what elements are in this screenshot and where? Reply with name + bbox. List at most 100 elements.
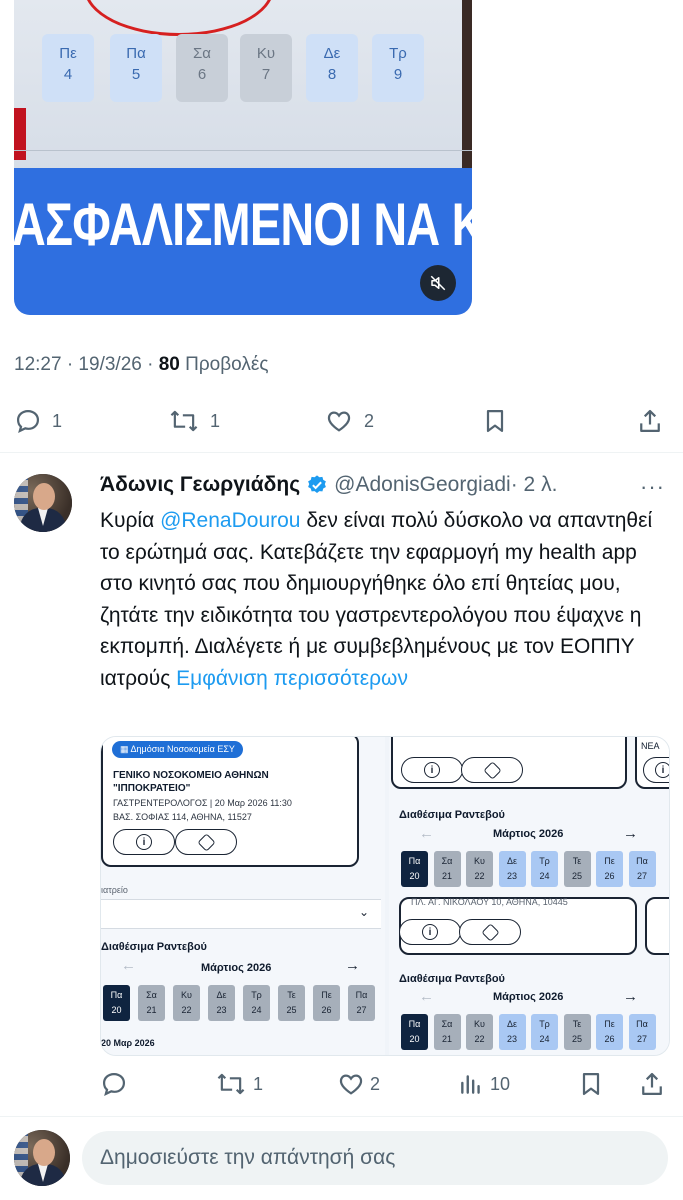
next-month-icon[interactable]: → <box>623 988 638 1005</box>
bookmark-button[interactable] <box>577 1064 605 1104</box>
video-day-tile: Τρ 9 <box>372 34 424 102</box>
date-tile[interactable]: Σα 21 <box>138 985 165 1021</box>
like-button[interactable]: 2 <box>324 401 374 441</box>
date-tile[interactable]: Πα 27 <box>628 851 656 887</box>
info-icon: i <box>424 762 440 778</box>
day-name: Σα <box>441 856 453 866</box>
repost-button[interactable]: 1 <box>168 401 220 441</box>
author-name[interactable]: Άδωνις Γεωργιάδης <box>100 473 300 497</box>
day-number: 24 <box>251 1005 262 1015</box>
date-tile[interactable]: Τε 25 <box>563 851 591 887</box>
date-tile[interactable]: Πα 20 <box>401 1014 428 1050</box>
day-number: 27 <box>636 871 647 881</box>
directions-button[interactable] <box>461 757 523 783</box>
date-tile[interactable]: Τε 25 <box>278 985 305 1021</box>
info-button[interactable]: i <box>643 757 669 783</box>
video-divider <box>14 150 472 151</box>
day-name: Πα <box>636 1019 648 1029</box>
day-name: Τε <box>572 1019 582 1029</box>
show-more-link[interactable]: Εμφάνιση περισσότερων <box>176 667 408 690</box>
date-tile[interactable]: Κυ 22 <box>466 1014 493 1050</box>
directions-button[interactable] <box>175 829 237 855</box>
date-tile[interactable]: Τρ 24 <box>531 1014 558 1050</box>
date-tile[interactable]: Δε 23 <box>208 985 235 1021</box>
prev-month-icon[interactable]: ← <box>121 957 136 974</box>
reply-text-part: Κυρία <box>100 509 161 532</box>
views-button[interactable]: 10 <box>458 1064 510 1104</box>
date-tile[interactable]: Σα 21 <box>433 851 461 887</box>
like-button[interactable]: 2 <box>336 1064 380 1104</box>
share-button[interactable] <box>638 1064 666 1104</box>
date-tile[interactable]: Κυ 22 <box>466 851 493 887</box>
like-count: 2 <box>370 1073 381 1094</box>
month-label: Μάρτιος 2026 <box>201 962 272 974</box>
directions-button[interactable] <box>459 919 521 945</box>
day-name: Πα <box>408 1019 421 1029</box>
prev-month-icon[interactable]: ← <box>419 988 434 1005</box>
date-tile[interactable]: Πε 26 <box>596 851 623 887</box>
app-screenshot-right[interactable]: i ΝΕΑ i Διαθέσιμα Ραντεβού ← Μάρτιος 202… <box>389 737 669 1055</box>
date-tile[interactable]: Τε 25 <box>563 1014 591 1050</box>
date-tile[interactable]: Πα 20 <box>103 985 130 1021</box>
info-button[interactable]: i <box>399 919 461 945</box>
info-button[interactable]: i <box>113 829 175 855</box>
video-player[interactable]: Πε 4 Πα 5 Σα 6 Κυ 7 Δε 8 Τρ 9 ΑΣΦΑΛΙΣΜΕΝΟΙ ΝΑ ΚΛ <box>14 0 472 315</box>
reply-button[interactable]: 1 <box>14 401 62 441</box>
repost-icon <box>170 410 198 432</box>
month-label: Μάρτιος 2026 <box>493 991 564 1003</box>
clinic-dropdown[interactable] <box>101 899 381 929</box>
next-month-icon[interactable]: → <box>623 825 638 842</box>
day-number: 27 <box>356 1005 367 1015</box>
date-tile[interactable]: Πε 26 <box>313 985 340 1021</box>
month-label: Μάρτιος 2026 <box>493 828 564 840</box>
date-tile[interactable]: Πα 27 <box>348 985 375 1021</box>
next-month-icon[interactable]: → <box>345 957 360 974</box>
video-day-tile: Δε 8 <box>306 34 358 102</box>
day-name: Τε <box>287 990 296 1000</box>
date-tile[interactable]: Πε 26 <box>596 1014 623 1050</box>
day-number: 22 <box>474 1034 485 1044</box>
repost-button[interactable]: 1 <box>215 1064 263 1104</box>
author-handle[interactable]: @AdonisGeorgiadi <box>334 473 511 497</box>
own-avatar[interactable] <box>14 1130 70 1186</box>
date-tile[interactable]: Σα 21 <box>433 1014 461 1050</box>
avatar[interactable] <box>14 474 72 532</box>
available-appointments-title: Διαθέσιμα Ραντεβού <box>399 973 505 985</box>
video-red-edge <box>14 108 26 160</box>
video-dark-edge <box>462 0 472 172</box>
more-options-button[interactable]: ··· <box>640 474 665 500</box>
day-name: Σα <box>146 990 157 1000</box>
app-screenshot-left[interactable]: ▦ Δημόσια Νοσοκομεία ΕΣΥ ΓΕΝΙΚΟ ΝΟΣΟΚΟΜΕ… <box>101 737 385 1055</box>
share-icon <box>640 409 660 433</box>
day-name: Δε <box>323 45 341 62</box>
reply-count: 1 <box>52 410 63 431</box>
date-tile[interactable]: Πα 20 <box>401 851 428 887</box>
mute-button[interactable] <box>420 265 456 301</box>
day-number: 26 <box>604 871 615 881</box>
mention-link[interactable]: @RenaDourou <box>160 509 300 532</box>
date-tile[interactable]: Δε 23 <box>498 1014 526 1050</box>
share-icon <box>642 1072 662 1096</box>
video-day-tile: Πε 4 <box>42 34 94 102</box>
repost-count: 1 <box>210 410 221 431</box>
video-day-tile: Σα 6 <box>176 34 228 102</box>
reply-text-part: δεν είναι πολύ δύσκολο να απαντηθεί το ε… <box>100 509 653 690</box>
day-number: 6 <box>197 66 207 83</box>
day-name: Πε <box>59 45 77 62</box>
date-tile[interactable]: Τρ 24 <box>243 985 270 1021</box>
date-tile[interactable]: Πα 27 <box>628 1014 656 1050</box>
day-number: 26 <box>604 1034 615 1044</box>
reply-button[interactable] <box>100 1064 128 1104</box>
date-tile[interactable]: Δε 23 <box>498 851 526 887</box>
share-button[interactable] <box>636 401 664 441</box>
info-button[interactable]: i <box>401 757 463 783</box>
date-tile[interactable]: Τρ 24 <box>531 851 558 887</box>
date-tile[interactable]: Κυ 22 <box>173 985 200 1021</box>
prev-month-icon[interactable]: ← <box>419 825 434 842</box>
bookmark-button[interactable] <box>481 401 509 441</box>
specialty-date: ΓΑΣΤΡΕΝΤΕΡΟΛΟΓΟΣ | 20 Μαρ 2026 11:30 <box>113 798 292 808</box>
reply-placeholder: Δημοσιεύστε την απάντησή σας <box>100 1146 396 1169</box>
attached-images[interactable]: ▦ Δημόσια Νοσοκομεία ΕΣΥ ΓΕΝΙΚΟ ΝΟΣΟΚΟΜΕ… <box>100 736 670 1056</box>
hospital-name-line: "ΙΠΠΟΚΡΑΤΕΙΟ" <box>113 783 191 794</box>
reply-input[interactable]: Δημοσιεύστε την απάντησή σας <box>82 1131 668 1185</box>
